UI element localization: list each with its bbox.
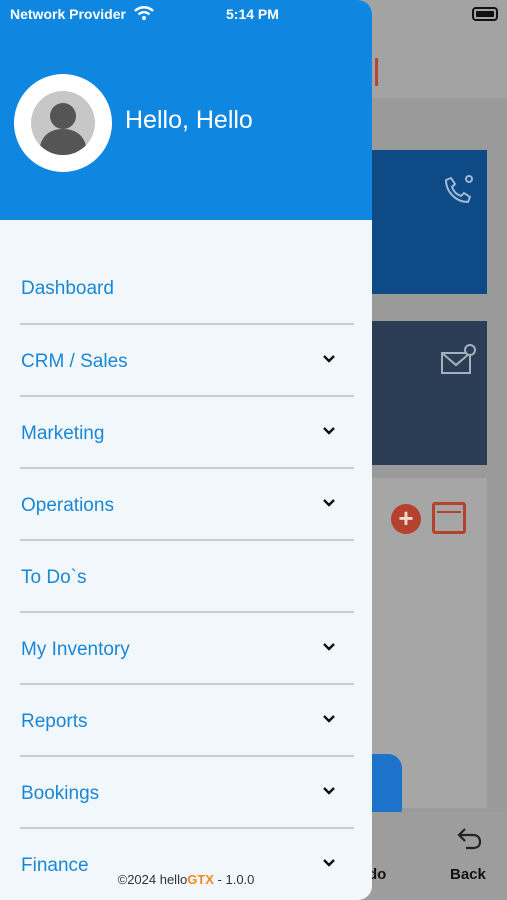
- chevron-down-icon[interactable]: [322, 498, 336, 508]
- user-greeting: Hello, Hello: [125, 106, 253, 134]
- carrier-name: Network Provider: [10, 6, 126, 22]
- menu-item-finance[interactable]: Finance: [20, 829, 354, 900]
- avatar-icon: [31, 91, 95, 155]
- menu-item-bookings[interactable]: Bookings: [20, 757, 354, 829]
- menu-item-reports[interactable]: Reports: [20, 685, 354, 757]
- navigation-drawer: Network Provider 5:14 PM Hello, Hello Da…: [0, 0, 372, 900]
- menu-item-label: To Do`s: [21, 567, 87, 588]
- chevron-down-icon[interactable]: [322, 642, 336, 652]
- menu-item-label: Bookings: [21, 783, 100, 804]
- avatar[interactable]: [14, 74, 112, 172]
- chevron-down-icon[interactable]: [322, 354, 336, 364]
- menu-item-my-inventory[interactable]: My Inventory: [20, 613, 354, 685]
- menu-item-crm-sales[interactable]: CRM / Sales: [20, 325, 354, 397]
- footer-copyright: ©2024 hello: [117, 872, 188, 887]
- phone-icon: [444, 175, 473, 204]
- footer-brand: GTX: [187, 872, 214, 887]
- plus-icon: +: [391, 504, 421, 534]
- battery-icon: [472, 7, 498, 21]
- menu-item-dashboard[interactable]: Dashboard: [20, 252, 354, 325]
- app-footer: ©2024 helloGTX - 1.0.0: [0, 872, 372, 887]
- wifi-icon: [134, 6, 154, 20]
- drawer-menu: Dashboard CRM / Sales Marketing Operations T…: [0, 252, 372, 900]
- menu-item-label: CRM / Sales: [21, 351, 128, 372]
- chevron-down-icon[interactable]: [322, 786, 336, 796]
- menu-item-marketing[interactable]: Marketing: [20, 397, 354, 469]
- chevron-down-icon[interactable]: [322, 714, 336, 724]
- chevron-down-icon[interactable]: [322, 426, 336, 436]
- chevron-down-icon[interactable]: [322, 858, 336, 868]
- menu-item-label: Reports: [21, 711, 88, 732]
- calendar-icon: [432, 502, 466, 534]
- background-back-label: Back: [450, 866, 486, 883]
- status-bar: Network Provider 5:14 PM: [0, 0, 372, 28]
- menu-item-label: Operations: [21, 495, 114, 516]
- menu-item-to-do-s[interactable]: To Do`s: [20, 541, 354, 613]
- footer-version: - 1.0.0: [213, 872, 255, 887]
- menu-item-label: Dashboard: [21, 278, 114, 299]
- menu-item-label: My Inventory: [21, 639, 130, 660]
- status-time: 5:14 PM: [226, 6, 279, 22]
- menu-item-label: Marketing: [21, 423, 105, 444]
- back-icon: [457, 828, 482, 850]
- drawer-header: Network Provider 5:14 PM Hello, Hello: [0, 0, 372, 220]
- menu-item-operations[interactable]: Operations: [20, 469, 354, 541]
- mail-icon: [441, 344, 476, 374]
